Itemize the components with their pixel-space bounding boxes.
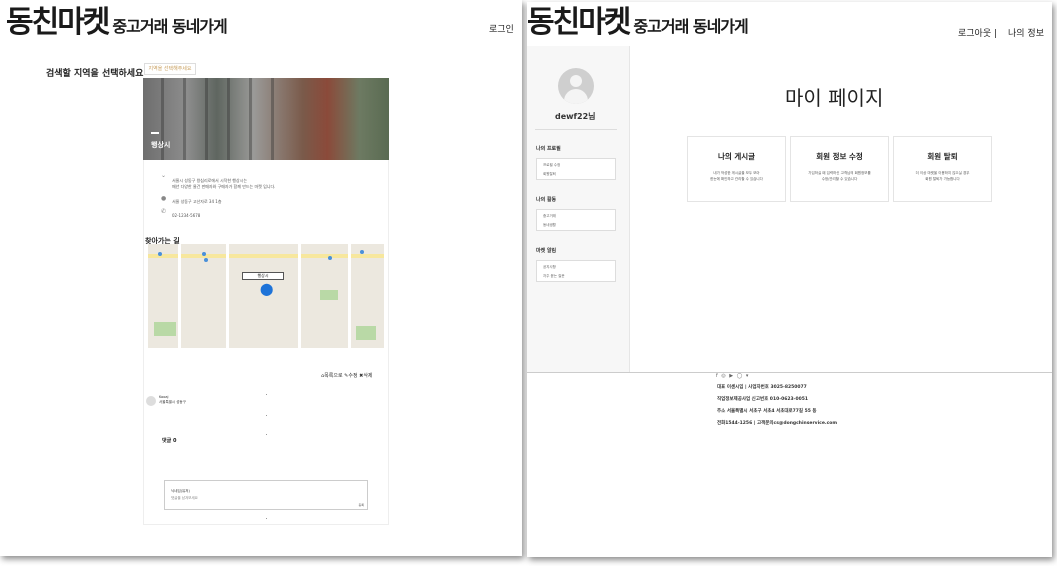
sidebar-group-notice: 공지사항 자주 묻는 질문 bbox=[536, 260, 616, 282]
login-link[interactable]: 로그인 bbox=[489, 22, 514, 35]
logout-link[interactable]: 로그아웃 | bbox=[958, 26, 997, 39]
my-info-link[interactable]: 나의 정보 bbox=[1008, 26, 1044, 39]
sidebar-item-edit-profile[interactable]: 프로필 수정 bbox=[543, 163, 560, 168]
sidebar-divider bbox=[535, 129, 617, 130]
page-title: 마이 페이지 bbox=[785, 86, 884, 110]
tile-title: 회원 정보 수정 bbox=[816, 152, 863, 161]
comment-placeholder[interactable]: 댓글을 남겨보세요 bbox=[171, 496, 198, 501]
region-label: 검색할 지역을 선택하세요 bbox=[46, 69, 144, 79]
user-location: 서울특별시 성동구 bbox=[159, 400, 186, 404]
market-description: 서울시 성동구 왕십리로에서 시작한 행상시는 매년 다양한 물건 판매자와 구… bbox=[172, 178, 276, 189]
sidebar-item-neighborhood[interactable]: 동네생활 bbox=[543, 223, 556, 228]
user-avatar bbox=[146, 396, 156, 406]
comment-count: 댓글 0 bbox=[162, 438, 177, 444]
post-actions[interactable]: ⌂목록으로 ✎수정 ✖삭제 bbox=[321, 372, 373, 379]
stage: 동친마켓 중고거래 동네가게 로그인 검색할 지역을 선택하세요 지역을 선택해주… bbox=[0, 0, 1057, 566]
tile-desc: 가입하실 때 입력하신 고객님의 회원정보를 수정/관리할 수 있습니다 bbox=[808, 171, 871, 181]
social-icons[interactable]: f ◎ ▶ ◯ ▾ bbox=[716, 373, 749, 379]
tile-my-posts[interactable]: 나의 게시글 내가 작성한 게시글을 모두 모아 한눈에 확인하고 관리할 수 … bbox=[687, 136, 786, 202]
brand-logo[interactable]: 동친마켓 중고거래 동네가게 bbox=[6, 5, 228, 40]
sidebar-group-activity-title: 나의 활동 bbox=[536, 197, 557, 203]
location-map[interactable]: 행상시 ⬤ bbox=[148, 244, 384, 348]
tile-withdraw[interactable]: 회원 탈퇴 더 이상 마켓을 이용하지 않으실 경우 회원 탈퇴가 가능합니다 bbox=[893, 136, 992, 202]
logo-sub: 중고거래 동네가게 bbox=[633, 17, 748, 36]
footer-line: 직업정보제공사업 신고번호 010-0623-0051 bbox=[717, 397, 808, 402]
user-info: Kooaj 서울특별시 성동구 bbox=[159, 395, 186, 405]
footer-line: 대표 이센시입 | 사업자번호 3025-8250077 bbox=[717, 385, 807, 390]
tile-edit-profile[interactable]: 회원 정보 수정 가입하실 때 입력하신 고객님의 회원정보를 수정/관리할 수… bbox=[790, 136, 889, 202]
footer-line: 주소 서울특별시 서초구 서초4 서초대로77길 55 동 bbox=[717, 409, 817, 414]
my-page: 동친마켓 중고거래 동네가게 로그아웃 | 나의 정보 dewf22님 나의 프로… bbox=[527, 2, 1052, 557]
tile-title: 나의 게시글 bbox=[717, 152, 756, 161]
sidebar-group-profile: 프로필 수정 회원탈퇴 bbox=[536, 158, 616, 180]
sidebar-item-notice[interactable]: 공지사항 bbox=[543, 265, 556, 270]
logo-sub: 중고거래 동네가게 bbox=[112, 17, 227, 36]
sidebar-item-faq[interactable]: 자주 묻는 질문 bbox=[543, 274, 565, 279]
sidebar-item-withdraw[interactable]: 회원탈퇴 bbox=[543, 172, 556, 177]
hero-dash bbox=[151, 132, 159, 134]
tile-desc: 내가 작성한 게시글을 모두 모아 한눈에 확인하고 관리할 수 있습니다 bbox=[710, 171, 763, 181]
logo-main: 동친마켓 bbox=[6, 5, 110, 40]
region-select-button[interactable]: 지역을 선택해주세요 bbox=[144, 63, 196, 75]
tile-title: 회원 탈퇴 bbox=[927, 152, 958, 161]
market-address: 서울 성동구 고산자로 34 1층 bbox=[172, 199, 222, 204]
map-place-label: 행상시 bbox=[242, 272, 284, 280]
footer-divider bbox=[527, 372, 1052, 373]
brand-logo[interactable]: 동친마켓 중고거래 동네가게 bbox=[527, 5, 749, 40]
market-hero-image: 행상시 bbox=[143, 78, 389, 160]
logo-main: 동친마켓 bbox=[527, 5, 631, 40]
location-icon: ● bbox=[161, 195, 167, 202]
chevron-down-icon: ⌄ bbox=[161, 172, 167, 179]
phone-icon: ✆ bbox=[161, 208, 167, 215]
profile-avatar-icon bbox=[558, 68, 594, 104]
sidebar-item-trade[interactable]: 중고거래 bbox=[543, 214, 556, 219]
username: dewf22님 bbox=[555, 112, 596, 121]
market-phone: 02-1234-5678 bbox=[172, 213, 201, 218]
footer-line: 전화1544-1256 | 고객문의cs@dongchinservice.com bbox=[717, 421, 838, 426]
map-pin-icon[interactable]: ⬤ bbox=[260, 283, 273, 295]
sidebar-group-profile-title: 나의 프로필 bbox=[536, 146, 561, 152]
comment-input-box[interactable]: 닉네임(유저) 댓글을 남겨보세요 등록 bbox=[164, 480, 368, 510]
hero-title: 행상시 bbox=[151, 141, 171, 149]
sidebar-group-notice-title: 마켓 알림 bbox=[536, 248, 557, 254]
comment-author: 닉네임(유저) bbox=[171, 489, 190, 493]
comment-submit-button[interactable]: 등록 bbox=[358, 503, 364, 507]
sidebar-group-activity: 중고거래 동네생활 bbox=[536, 209, 616, 231]
tile-desc: 더 이상 마켓을 이용하지 않으실 경우 회원 탈퇴가 가능합니다 bbox=[915, 171, 970, 181]
market-detail-page: 동친마켓 중고거래 동네가게 로그인 검색할 지역을 선택하세요 지역을 선택해주… bbox=[0, 0, 522, 556]
